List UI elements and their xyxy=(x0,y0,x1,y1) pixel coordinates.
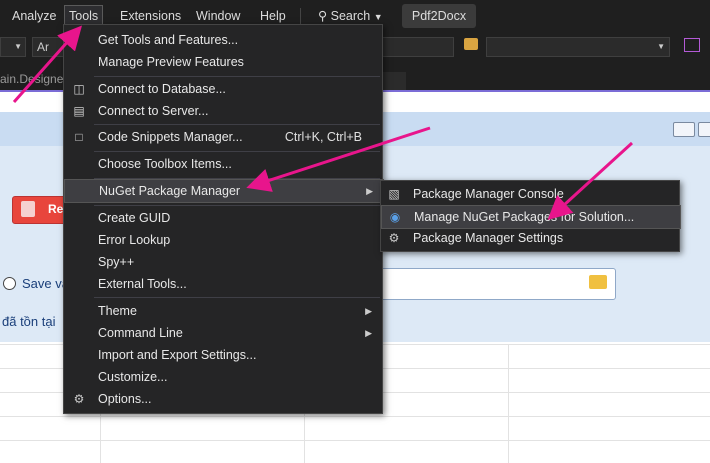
arrow-to-manage xyxy=(547,141,634,221)
arrow-to-tools xyxy=(12,25,82,103)
annotation-arrows xyxy=(12,25,634,221)
arrow-to-nuget xyxy=(246,126,431,192)
